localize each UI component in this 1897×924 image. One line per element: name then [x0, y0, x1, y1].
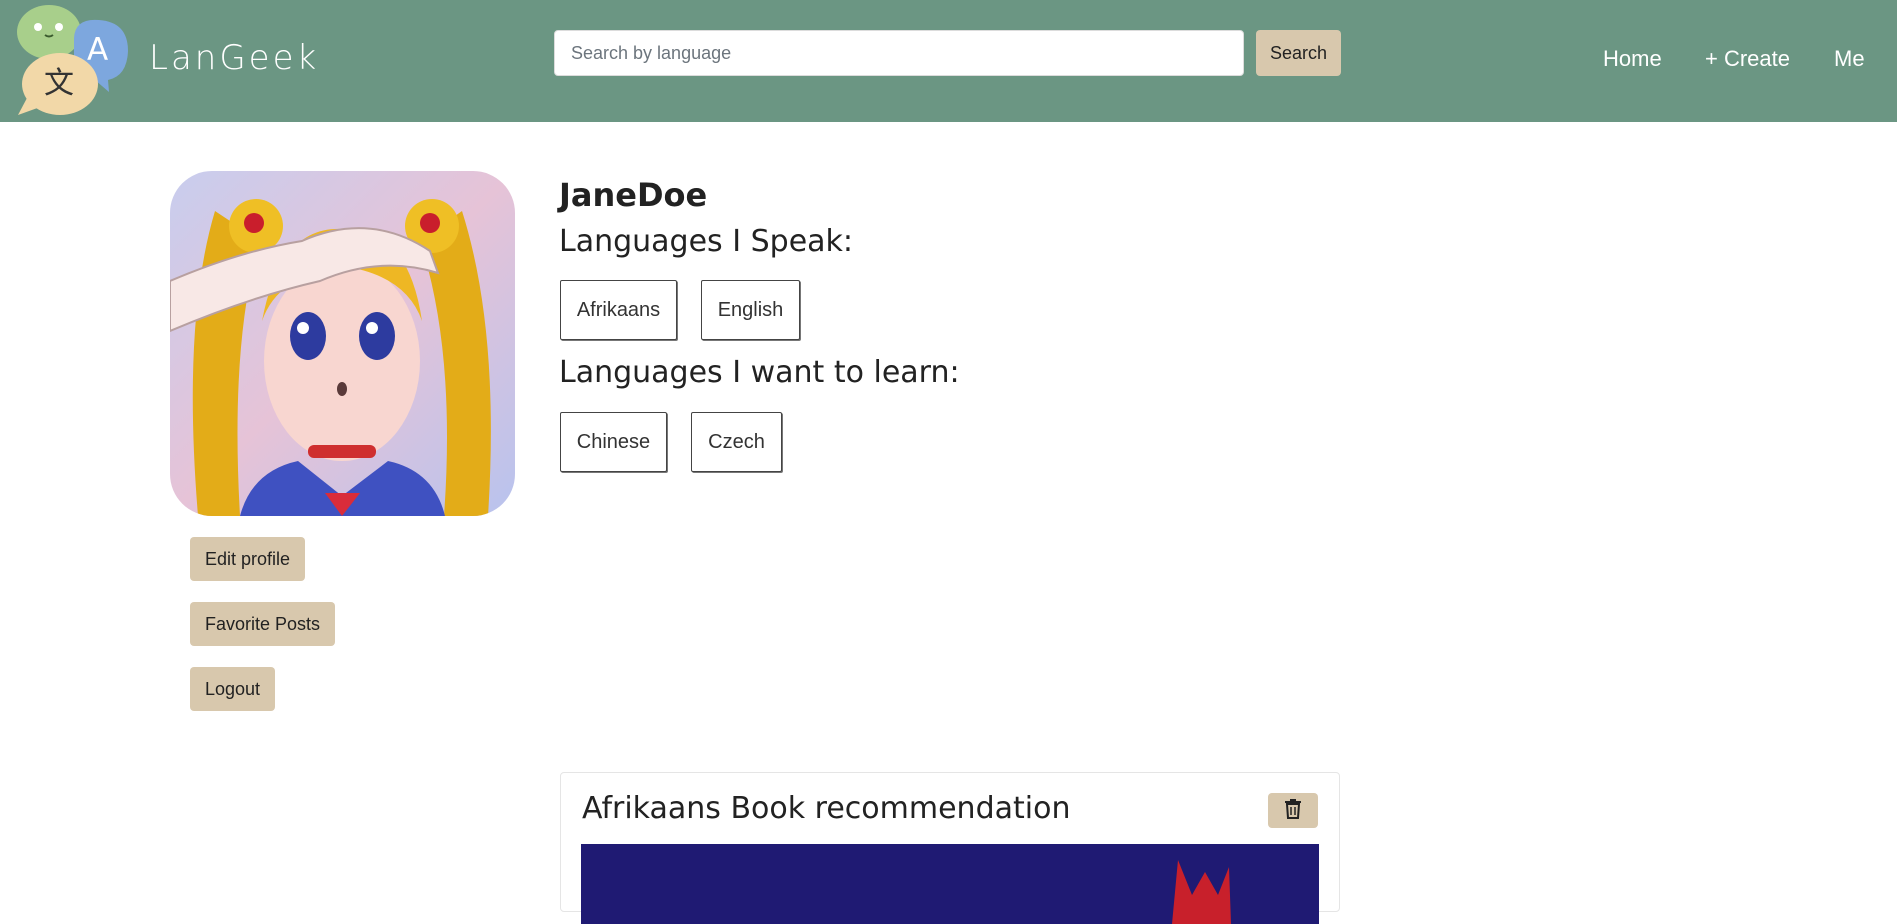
logout-button[interactable]: Logout	[190, 667, 276, 711]
language-chip-speak[interactable]: Afrikaans	[560, 280, 677, 340]
favorite-posts-button[interactable]: Favorite Posts	[190, 602, 336, 646]
brand-wordmark[interactable]: LanGeek	[149, 38, 319, 78]
svg-text:A: A	[87, 32, 108, 68]
post-title[interactable]: Afrikaans Book recommendation	[582, 791, 1070, 826]
top-navbar: A 文 LanGeek Search Home + Create Me	[0, 0, 1897, 122]
speak-languages-heading: Languages I Speak:	[559, 224, 854, 259]
learn-languages-heading: Languages I want to learn:	[559, 355, 960, 390]
nav-me-link[interactable]: Me	[1834, 46, 1865, 72]
post-card[interactable]: Afrikaans Book recommendation	[560, 772, 1340, 924]
nav-home-link[interactable]: Home	[1603, 46, 1662, 72]
language-chip-learn[interactable]: Czech	[691, 412, 782, 472]
delete-post-button[interactable]	[1268, 793, 1318, 828]
svg-text:文: 文	[44, 66, 74, 101]
profile-username: JaneDoe	[559, 176, 708, 214]
logo-icon[interactable]: A 文	[10, 0, 132, 120]
search-input[interactable]	[554, 30, 1244, 76]
language-chip-speak[interactable]: English	[701, 280, 800, 340]
search-button[interactable]: Search	[1256, 30, 1341, 76]
avatar	[170, 171, 515, 516]
edit-profile-button[interactable]: Edit profile	[190, 537, 306, 581]
language-chip-learn[interactable]: Chinese	[560, 412, 667, 472]
post-image[interactable]	[581, 844, 1319, 924]
nav-create-link[interactable]: + Create	[1705, 46, 1790, 72]
trash-icon	[1283, 798, 1303, 823]
